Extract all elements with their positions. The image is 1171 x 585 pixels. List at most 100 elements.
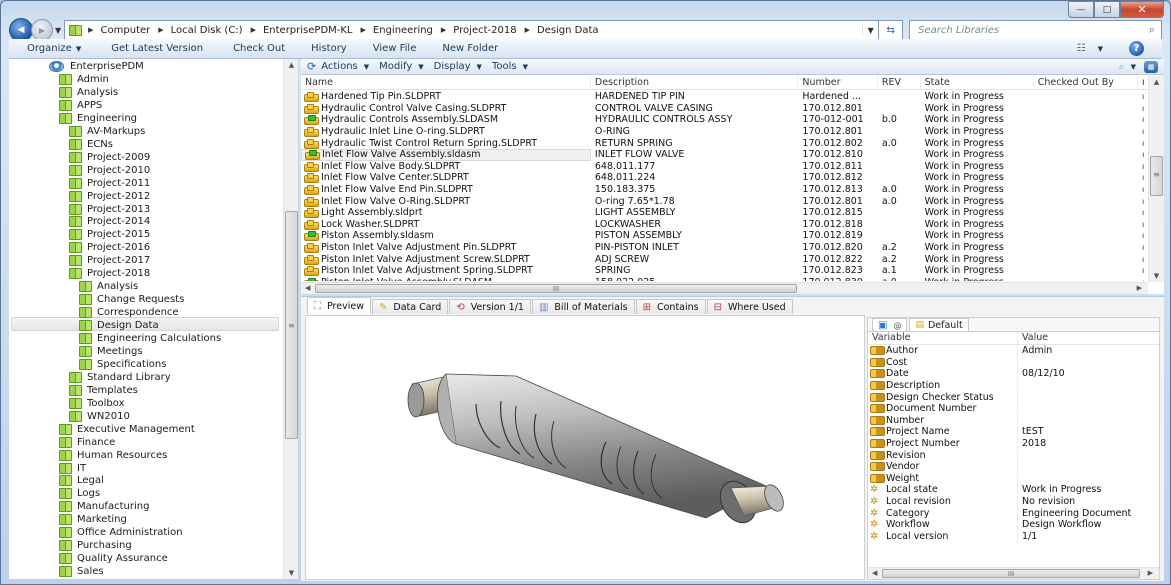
refresh-button[interactable]: ⇆ [879,20,904,40]
tree-item[interactable]: Marketing [59,513,127,526]
tree-item[interactable]: Office Administration [59,526,183,539]
file-row[interactable]: Hydraulic Inlet Line O-ring.SLDPRT O-RING… [301,126,1148,138]
column-header-rev[interactable]: REV [878,76,921,89]
tree-item[interactable]: Purchasing [59,539,132,552]
search-icon[interactable]: ⌕ [1149,23,1155,37]
tree-item[interactable]: ECNs [69,138,113,151]
breadcrumb-item[interactable]: Project-2018 [453,25,516,36]
search-input[interactable]: Search Libraries ⌕ [909,20,1162,40]
property-row[interactable]: ✲ Local state Work in Progress [868,484,1159,496]
list-horizontal-scrollbar[interactable]: ◀ III ▶ [301,282,1148,294]
file-row[interactable]: Inlet Flow Valve Center.SLDPRT 648.011.22… [301,172,1148,184]
minimize-button[interactable]: — [1068,1,1094,18]
tree-item[interactable]: Project-2013 [69,203,150,216]
tree-item[interactable]: IT [59,462,86,475]
breadcrumb-separator-icon[interactable]: ▶ [88,26,93,34]
chevron-down-icon[interactable]: ▼ [1131,63,1136,71]
file-row[interactable]: Inlet Flow Valve O-Ring.SLDPRT O-ring 7.6… [301,195,1148,207]
property-row[interactable]: Weight [868,472,1159,485]
tree-item[interactable]: APPS [59,99,102,112]
breadcrumb-item[interactable]: Design Data [537,25,599,36]
tree-item[interactable]: Service [59,578,114,579]
file-row[interactable]: Inlet Flow Valve Body.SLDPRT 648.011.177 1… [301,161,1148,173]
file-row[interactable]: Piston Inlet Valve Adjustment Spring.SLD… [301,265,1148,277]
command-check-out[interactable]: Check Out [233,43,285,54]
command-view-file[interactable]: View File [373,43,417,54]
tree-item[interactable]: Project-2015 [69,228,150,241]
scroll-right-icon[interactable]: ▶ [1137,283,1142,294]
tree-item[interactable]: Correspondence [79,306,179,319]
address-bar[interactable]: ▶ Computer ▶ Local Disk (C:) ▶ EnterprisePDM-… [64,20,880,40]
file-row[interactable]: Piston Assembly.sldasm PISTON ASSEMBLY 170… [301,230,1148,242]
file-row[interactable]: Hardened Tip Pin.SLDPRT HARDENED TIP PIN H… [301,91,1148,103]
tree-item[interactable]: Project-2017 [69,254,150,267]
tree-item[interactable]: Project-2012 [69,190,150,203]
column-header-description[interactable]: Description [591,76,799,89]
property-row[interactable]: Date 08/12/10 [868,368,1159,380]
property-row[interactable]: Design Checker Status [868,391,1159,403]
tree-item[interactable]: Change Requests [79,293,184,306]
file-row[interactable]: Piston Inlet Valve Adjustment Screw.SLDP… [301,253,1148,265]
breadcrumb-item[interactable]: Computer [101,25,151,36]
list-vertical-scrollbar[interactable]: ▲ ≡ ▼ [1148,76,1164,282]
tree-item[interactable]: Admin [59,73,109,86]
nav-vertical-scrollbar[interactable]: ▲ ≡ ▼ [283,59,298,579]
close-button[interactable]: ✕ [1120,1,1164,18]
tree-item[interactable]: WN2010 [69,410,130,423]
file-row[interactable]: Inlet Flow Valve End Pin.SLDPRT 150.183.3… [301,184,1148,196]
tree-item[interactable]: Human Resources [59,449,167,462]
properties-tab-default[interactable]: ▤ Default [909,318,969,331]
property-row[interactable]: Author Admin [868,345,1159,357]
search-icon[interactable]: ⌕ [1118,60,1124,74]
tree-item[interactable]: Executive Management [59,423,195,436]
help-icon[interactable]: ? [1129,41,1144,56]
file-row[interactable]: Piston Inlet Valve Adjustment Pin.SLDPRT… [301,242,1148,254]
property-row[interactable]: Project Number 2018 [868,438,1159,450]
scroll-right-icon[interactable]: ▶ [1148,568,1153,579]
tree-item[interactable]: Design Data [79,319,159,332]
property-row[interactable]: Description [868,380,1159,392]
tab-contains[interactable]: ⊞ Contains [635,299,706,314]
scroll-left-icon[interactable]: ◀ [305,283,310,294]
tree-item[interactable]: Engineering [59,112,137,125]
column-header-number[interactable]: Number [798,76,878,89]
property-row[interactable]: ✲ Workflow Design Workflow [868,519,1159,531]
scrollbar-thumb[interactable]: III [882,569,1140,578]
property-row[interactable]: ✲ Local version 1/1 [868,530,1159,543]
file-row[interactable]: Hydraulic Controls Assembly.SLDASM HYDRAU… [301,114,1148,126]
property-row[interactable]: Document Number [868,403,1159,415]
scroll-up-icon[interactable]: ▲ [1149,76,1164,88]
address-dropdown-icon[interactable]: ▼ [862,25,878,35]
column-header-variable[interactable]: Variable [868,332,1018,344]
breadcrumb-item[interactable]: Local Disk (C:) [171,25,243,36]
scroll-down-icon[interactable]: ▼ [284,567,298,579]
tree-item[interactable]: Manufacturing [59,500,149,513]
menu-modify[interactable]: Modify ▼ [379,61,424,72]
property-row[interactable]: Vendor [868,461,1159,473]
menu-display[interactable]: Display ▼ [434,61,482,72]
tree-item[interactable]: Project-2011 [69,177,150,190]
command-get-latest-version[interactable]: Get Latest Version [111,43,203,54]
tree-item[interactable]: Project-2018 [69,267,150,280]
tree-item[interactable]: AV-Markups [69,125,145,138]
tree-item[interactable]: Project-2010 [69,164,150,177]
tree-item[interactable]: Meetings [79,345,143,358]
file-row[interactable]: Hydraulic Control Valve Casing.SLDPRT CON… [301,103,1148,115]
tree-item[interactable]: Legal [59,474,104,487]
column-header-checked-out-by[interactable]: Checked Out By [1034,76,1139,89]
tab-where-used[interactable]: ⊟ Where Used [706,299,793,314]
scrollbar-thumb[interactable]: III [315,284,797,293]
recent-pages-dropdown[interactable]: ▼ [55,26,61,35]
menu-tools[interactable]: Tools ▼ [492,61,528,72]
property-row[interactable]: Project Name tEST [868,426,1159,438]
breadcrumb-separator-icon[interactable]: ▶ [361,26,366,34]
view-options-icon[interactable]: ☷ [1077,43,1086,54]
tab-data-card[interactable]: ✎ Data Card [371,299,449,314]
file-row[interactable]: Piston Inlet Valve Assembly.SLDASM 158.02… [301,277,1148,281]
tab-preview[interactable]: ⛶ Preview [307,297,371,314]
forward-button[interactable]: ▶ [31,19,53,41]
tree-item[interactable]: Project-2016 [69,241,150,254]
column-header-more[interactable]: ı [1138,76,1148,89]
menu-actions[interactable]: Actions ▼ [321,61,369,72]
tree-item[interactable]: Standard Library [69,371,171,384]
